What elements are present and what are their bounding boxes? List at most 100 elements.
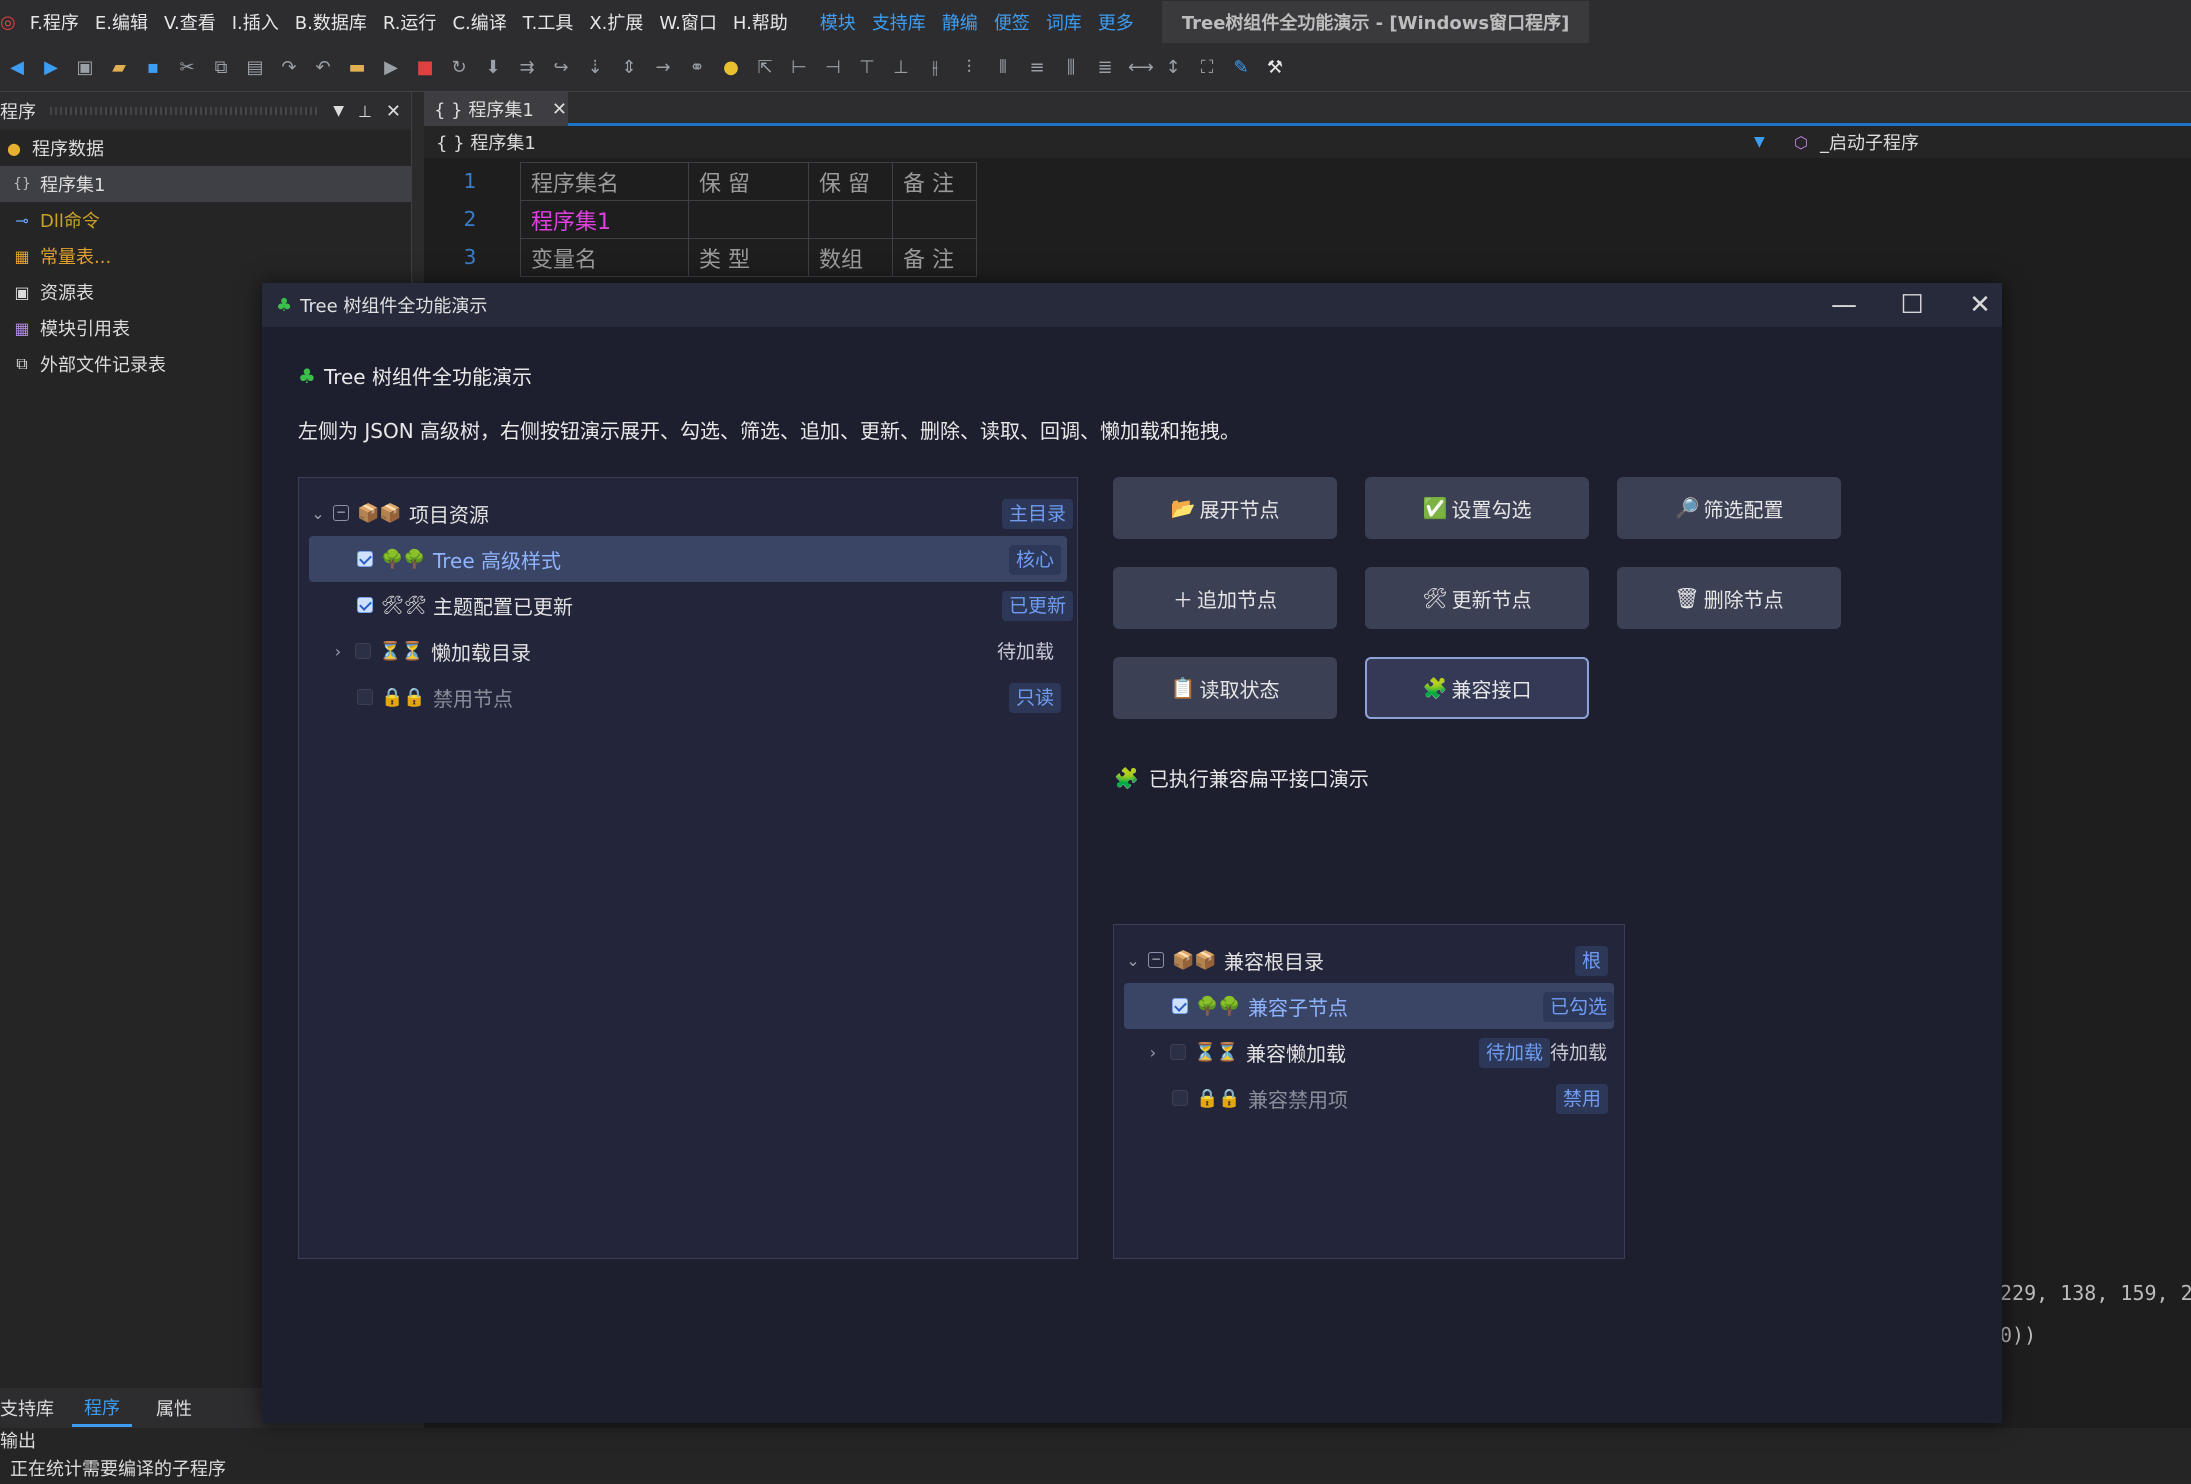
copy-icon[interactable]: ⧉ — [210, 57, 232, 79]
node-checkbox[interactable] — [357, 551, 373, 567]
node-checkbox[interactable] — [1170, 1044, 1186, 1060]
undo-icon[interactable]: ↶ — [312, 57, 334, 79]
tree-item-assembly[interactable]: {} 程序集1 — [0, 166, 411, 202]
chevron-down-icon[interactable]: ⌄ — [309, 504, 327, 523]
close-button[interactable]: ✕ — [1946, 283, 2014, 327]
chevron-down-icon[interactable]: ⌄ — [1124, 951, 1142, 970]
menu-program[interactable]: F.程序 — [22, 9, 87, 35]
set-check-button[interactable]: ✅ 设置勾选 — [1365, 477, 1589, 539]
tree-item-program-data[interactable]: ● 程序数据 — [0, 130, 411, 166]
center-h-icon[interactable]: ⫶ — [958, 57, 980, 79]
window-titlebar[interactable]: ♣ Tree 树组件全功能演示 — ☐ ✕ — [262, 283, 2002, 327]
pin-icon[interactable]: ⊥ — [358, 102, 372, 121]
bulb-icon[interactable]: ● — [720, 57, 742, 79]
update-node-button[interactable]: 🛠 更新节点 — [1365, 567, 1589, 629]
tab-properties[interactable]: 属性 — [132, 1395, 210, 1421]
read-state-button[interactable]: 📋 读取状态 — [1113, 657, 1337, 719]
width-icon[interactable]: ⟷ — [1128, 57, 1154, 79]
tab-program[interactable]: 程序 — [72, 1390, 132, 1427]
menu-view[interactable]: V.查看 — [156, 9, 224, 35]
tree-node-lazy-dir[interactable]: › ⏳⏳ 懒加载目录 待加载 — [309, 628, 1067, 674]
chevron-down-icon[interactable]: ▼ — [1754, 134, 1794, 150]
table-cell[interactable]: 程序集1 — [520, 200, 689, 239]
brush-icon[interactable]: ✎ — [1230, 57, 1252, 79]
space-v-icon[interactable]: ≣ — [1094, 57, 1116, 79]
tree-node-theme-config[interactable]: 🛠🛠 主题配置已更新 已更新 — [309, 582, 1073, 628]
menu-module[interactable]: 模块 — [812, 9, 864, 35]
redo-icon[interactable]: ↷ — [278, 57, 300, 79]
back-icon[interactable]: ◀ — [6, 57, 28, 79]
run-icon[interactable]: ▶ — [380, 57, 402, 79]
collapse-icon[interactable]: − — [1148, 952, 1164, 968]
table-cell[interactable] — [808, 200, 893, 239]
table-cell[interactable]: 备 注 — [892, 162, 977, 201]
menu-help[interactable]: H.帮助 — [725, 9, 796, 35]
compile-icon[interactable]: ⬇ — [482, 57, 504, 79]
menu-window[interactable]: W.窗口 — [651, 9, 724, 35]
minimize-button[interactable]: — — [1810, 283, 1878, 327]
center-v-icon[interactable]: ⫲ — [924, 57, 946, 79]
tree-item-constants[interactable]: ▦ 常量表... — [0, 238, 411, 274]
restart-icon[interactable]: ↻ — [448, 57, 470, 79]
table-cell[interactable] — [688, 200, 809, 239]
editor-tab-assembly[interactable]: { } 程序集1 ✕ — [424, 92, 568, 126]
cut-icon[interactable]: ✂ — [176, 57, 198, 79]
table-cell[interactable]: 数组 — [808, 238, 893, 277]
compat-tree[interactable]: ⌄ − 📦📦 兼容根目录 根 🌳🌳 兼容子节点 已勾选 › ⏳⏳ 兼容懒加载 待… — [1113, 924, 1625, 1259]
distribute-v-icon[interactable]: ≡ — [1026, 57, 1048, 79]
menu-edit[interactable]: E.编辑 — [87, 9, 156, 35]
folder-icon[interactable]: ▬ — [346, 57, 368, 79]
table-cell[interactable]: 程序集名 — [520, 162, 689, 201]
append-node-button[interactable]: ＋ 追加节点 — [1113, 567, 1337, 629]
compat-api-button[interactable]: 🧩 兼容接口 — [1365, 657, 1589, 719]
menu-notes[interactable]: 便签 — [986, 9, 1038, 35]
tree-node-compat-child[interactable]: 🌳🌳 兼容子节点 已勾选 — [1124, 983, 1614, 1029]
nav-right[interactable]: _启动子程序 — [1820, 129, 1919, 155]
menu-support-lib[interactable]: 支持库 — [864, 9, 934, 35]
step-into-icon[interactable]: ⇣ — [584, 57, 606, 79]
nav-left[interactable]: { } 程序集1 — [424, 129, 1754, 155]
menu-extend[interactable]: X.扩展 — [581, 9, 651, 35]
forward-icon[interactable]: ▶ — [40, 57, 62, 79]
new-file-icon[interactable]: ▣ — [74, 57, 96, 79]
menu-database[interactable]: B.数据库 — [287, 9, 375, 35]
table-cell[interactable]: 类 型 — [688, 238, 809, 277]
close-icon[interactable]: ✕ — [552, 99, 567, 120]
menu-dictionary[interactable]: 词库 — [1038, 9, 1090, 35]
menu-more[interactable]: 更多 — [1090, 9, 1142, 35]
node-checkbox[interactable] — [1172, 998, 1188, 1014]
expand-node-button[interactable]: 📂 展开节点 — [1113, 477, 1337, 539]
maximize-button[interactable]: ☐ — [1878, 283, 1946, 327]
tools-icon[interactable]: ⚒ — [1264, 57, 1286, 79]
open-folder-icon[interactable]: ▰ — [108, 57, 130, 79]
distribute-h-icon[interactable]: ⦀ — [992, 57, 1014, 79]
space-h-icon[interactable]: ⫼ — [1060, 57, 1082, 79]
menu-run[interactable]: R.运行 — [375, 9, 445, 35]
step-over-icon[interactable]: ↪ — [550, 57, 572, 79]
align-right-icon[interactable]: ⊣ — [822, 57, 844, 79]
fit-icon[interactable]: ⛶ — [1196, 57, 1218, 79]
tree-node-project-resources[interactable]: ⌄ − 📦📦 项目资源 主目录 — [309, 490, 1073, 536]
table-cell[interactable]: 保 留 — [688, 162, 809, 201]
align-top-icon[interactable]: ⊤ — [856, 57, 878, 79]
json-tree[interactable]: ⌄ − 📦📦 项目资源 主目录 🌳🌳 Tree 高级样式 核心 🛠🛠 主题配置已… — [298, 477, 1078, 1259]
link-icon[interactable]: ⚭ — [686, 57, 708, 79]
height-icon[interactable]: ↕ — [1162, 57, 1184, 79]
menu-tools[interactable]: T.工具 — [515, 9, 582, 35]
table-cell[interactable] — [892, 200, 977, 239]
chevron-right-icon[interactable]: › — [329, 642, 347, 661]
align-left-icon[interactable]: ⊢ — [788, 57, 810, 79]
tree-node-compat-lazy[interactable]: › ⏳⏳ 兼容懒加载 待加载 待加载 — [1124, 1029, 1614, 1075]
menu-compile[interactable]: C.编译 — [444, 9, 514, 35]
node-checkbox[interactable] — [355, 643, 371, 659]
step-icon[interactable]: ⇉ — [516, 57, 538, 79]
stop-icon[interactable]: ■ — [414, 57, 436, 79]
tree-node-tree-style[interactable]: 🌳🌳 Tree 高级样式 核心 — [309, 536, 1067, 582]
chevron-right-icon[interactable]: › — [1144, 1043, 1162, 1062]
cursor-icon[interactable]: ⇱ — [754, 57, 776, 79]
table-cell[interactable]: 备 注 — [892, 238, 977, 277]
collapse-icon[interactable]: − — [333, 505, 349, 521]
step-out-icon[interactable]: ⇕ — [618, 57, 640, 79]
node-checkbox[interactable] — [357, 597, 373, 613]
paste-icon[interactable]: ▤ — [244, 57, 266, 79]
